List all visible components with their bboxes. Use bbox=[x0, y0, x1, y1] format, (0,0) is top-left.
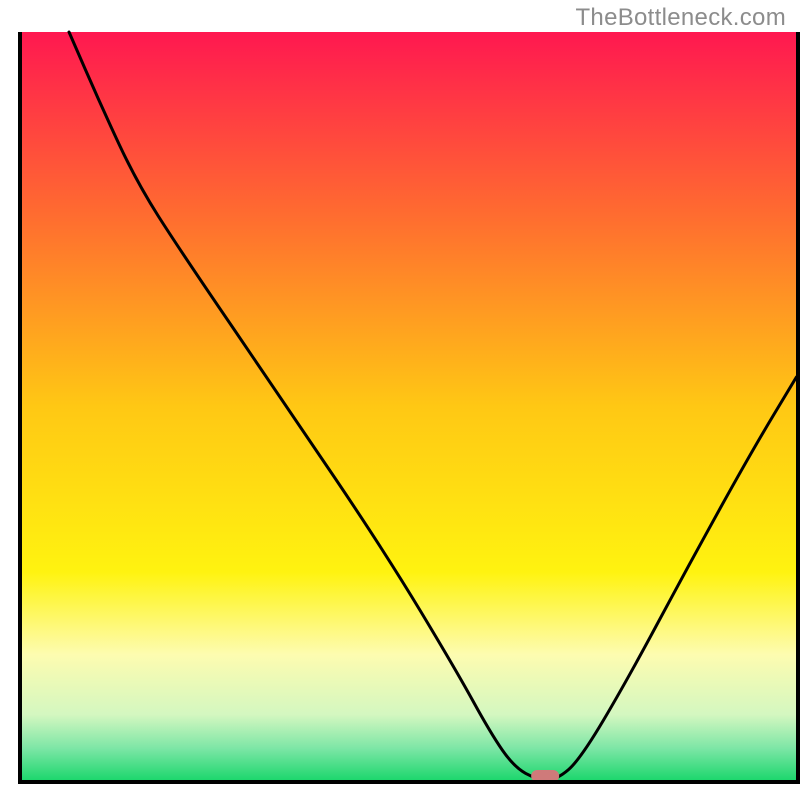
plot-background bbox=[20, 32, 798, 782]
watermark-text: TheBottleneck.com bbox=[575, 4, 786, 32]
bottleneck-chart bbox=[0, 0, 800, 800]
chart-container: TheBottleneck.com bbox=[0, 0, 800, 800]
